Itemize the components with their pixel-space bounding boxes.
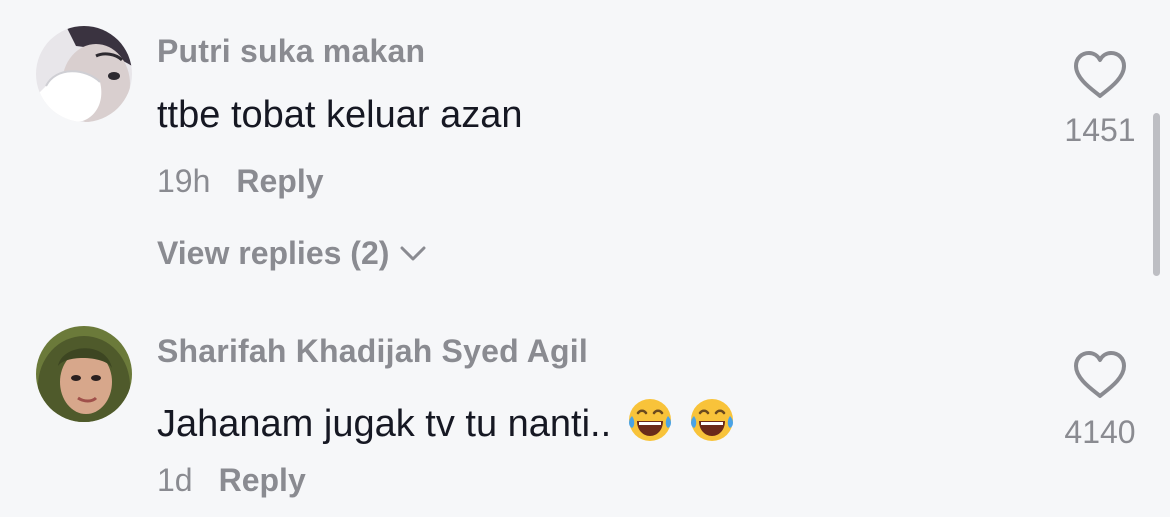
comment-text: Jahanam jugak tv tu nanti.. [157, 396, 736, 446]
view-replies-button[interactable]: View replies (2) [157, 235, 427, 272]
reply-button[interactable]: Reply [219, 462, 306, 499]
like-count: 4140 [1064, 414, 1136, 450]
comment-timestamp: 1d [157, 462, 193, 498]
like-count: 1451 [1064, 112, 1136, 148]
comment-item: Sharifah Khadijah Syed Agil Jahanam juga… [0, 300, 1170, 517]
comment-timestamp: 19h [157, 163, 211, 199]
like-control: 4140 [1040, 350, 1160, 451]
chevron-down-icon [400, 246, 426, 260]
comments-panel: Putri suka makan ttbe tobat keluar azan … [0, 0, 1170, 517]
comment-username[interactable]: Putri suka makan [157, 33, 425, 70]
heart-icon[interactable] [1072, 50, 1128, 100]
comment-meta: 1d Reply [157, 462, 306, 499]
comment-item: Putri suka makan ttbe tobat keluar azan … [0, 0, 1170, 300]
comment-username[interactable]: Sharifah Khadijah Syed Agil [157, 333, 588, 370]
face-with-tears-of-joy-icon [628, 399, 671, 441]
heart-icon[interactable] [1072, 350, 1128, 400]
face-with-tears-of-joy-icon [691, 399, 734, 441]
scrollbar[interactable] [1153, 113, 1160, 276]
comment-text-body: Jahanam jugak tv tu nanti.. [157, 403, 612, 445]
avatar[interactable] [36, 26, 132, 122]
reply-button[interactable]: Reply [236, 163, 323, 200]
like-control: 1451 [1040, 50, 1160, 149]
avatar[interactable] [36, 326, 132, 422]
comment-text: ttbe tobat keluar azan [157, 94, 523, 136]
comment-meta: 19h Reply [157, 163, 324, 200]
view-replies-label: View replies (2) [157, 235, 390, 271]
